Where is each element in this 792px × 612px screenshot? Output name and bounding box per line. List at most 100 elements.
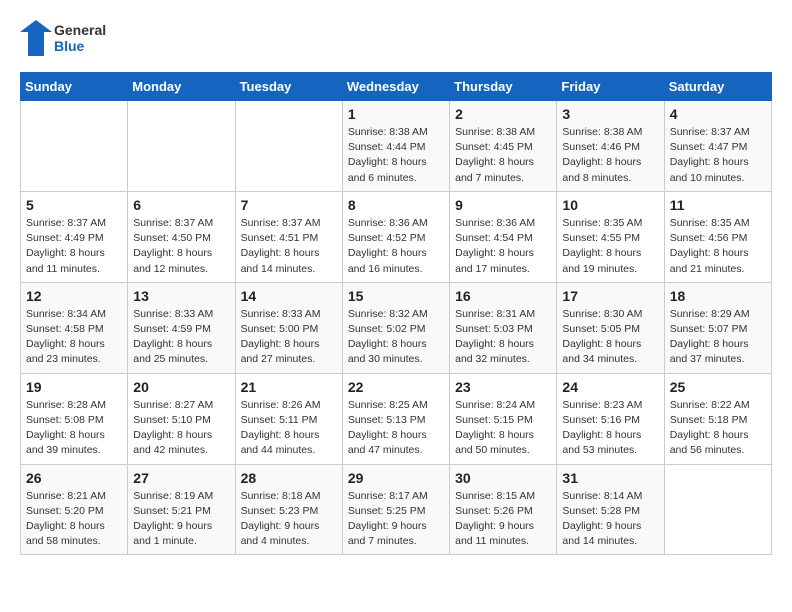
calendar-cell: 7 Sunrise: 8:37 AM Sunset: 4:51 PM Daylig…: [235, 191, 342, 282]
calendar-cell: 25 Sunrise: 8:22 AM Sunset: 5:18 PM Dayli…: [664, 373, 771, 464]
logo-arrow-icon: [20, 20, 52, 56]
calendar-week-3: 12 Sunrise: 8:34 AM Sunset: 4:58 PM Dayli…: [21, 282, 772, 373]
calendar-cell: 11Sunrise: 8:35 AM Sunset: 4:56 PM Dayli…: [664, 191, 771, 282]
calendar-week-4: 19 Sunrise: 8:28 AM Sunset: 5:08 PM Dayli…: [21, 373, 772, 464]
day-info: Sunrise: 8:36 AM Sunset: 4:54 PM Dayligh…: [455, 216, 551, 277]
day-header-sunday: Sunday: [21, 73, 128, 101]
calendar-cell: 20 Sunrise: 8:27 AM Sunset: 5:10 PM Dayli…: [128, 373, 235, 464]
day-info: Sunrise: 8:17 AM Sunset: 5:25 PM Dayligh…: [348, 489, 444, 550]
calendar-cell: 4 Sunrise: 8:37 AM Sunset: 4:47 PM Daylig…: [664, 101, 771, 192]
calendar-cell: 13 Sunrise: 8:33 AM Sunset: 4:59 PM Dayli…: [128, 282, 235, 373]
day-info: Sunrise: 8:21 AM Sunset: 5:20 PM Dayligh…: [26, 489, 122, 550]
calendar-cell: 31 Sunrise: 8:14 AM Sunset: 5:28 PM Dayli…: [557, 464, 664, 555]
calendar-cell: [128, 101, 235, 192]
day-number: 2: [455, 106, 551, 122]
day-header-monday: Monday: [128, 73, 235, 101]
day-info: Sunrise: 8:23 AM Sunset: 5:16 PM Dayligh…: [562, 398, 658, 459]
day-info: Sunrise: 8:37 AM Sunset: 4:50 PM Dayligh…: [133, 216, 229, 277]
day-info: Sunrise: 8:29 AM Sunset: 5:07 PM Dayligh…: [670, 307, 766, 368]
day-number: 12: [26, 288, 122, 304]
day-info: Sunrise: 8:37 AM Sunset: 4:47 PM Dayligh…: [670, 125, 766, 186]
day-header-friday: Friday: [557, 73, 664, 101]
day-info: Sunrise: 8:14 AM Sunset: 5:28 PM Dayligh…: [562, 489, 658, 550]
day-number: 29: [348, 470, 444, 486]
day-number: 8: [348, 197, 444, 213]
calendar-cell: 3 Sunrise: 8:38 AM Sunset: 4:46 PM Daylig…: [557, 101, 664, 192]
logo-general-text: General: [54, 22, 106, 38]
day-info: Sunrise: 8:27 AM Sunset: 5:10 PM Dayligh…: [133, 398, 229, 459]
day-header-saturday: Saturday: [664, 73, 771, 101]
day-number: 10: [562, 197, 658, 213]
day-number: 23: [455, 379, 551, 395]
day-number: 26: [26, 470, 122, 486]
day-info: Sunrise: 8:35 AM Sunset: 4:55 PM Dayligh…: [562, 216, 658, 277]
calendar-cell: 6 Sunrise: 8:37 AM Sunset: 4:50 PM Daylig…: [128, 191, 235, 282]
day-info: Sunrise: 8:33 AM Sunset: 4:59 PM Dayligh…: [133, 307, 229, 368]
day-number: 3: [562, 106, 658, 122]
day-number: 25: [670, 379, 766, 395]
calendar-cell: 22 Sunrise: 8:25 AM Sunset: 5:13 PM Dayli…: [342, 373, 449, 464]
calendar-cell: [664, 464, 771, 555]
day-info: Sunrise: 8:28 AM Sunset: 5:08 PM Dayligh…: [26, 398, 122, 459]
day-number: 19: [26, 379, 122, 395]
logo-container: General Blue: [20, 20, 106, 56]
calendar-week-1: 1 Sunrise: 8:38 AM Sunset: 4:44 PM Daylig…: [21, 101, 772, 192]
day-info: Sunrise: 8:33 AM Sunset: 5:00 PM Dayligh…: [241, 307, 337, 368]
day-number: 7: [241, 197, 337, 213]
calendar-cell: 24 Sunrise: 8:23 AM Sunset: 5:16 PM Dayli…: [557, 373, 664, 464]
calendar-cell: 2 Sunrise: 8:38 AM Sunset: 4:45 PM Daylig…: [450, 101, 557, 192]
calendar-cell: 23 Sunrise: 8:24 AM Sunset: 5:15 PM Dayli…: [450, 373, 557, 464]
calendar-table: SundayMondayTuesdayWednesdayThursdayFrid…: [20, 72, 772, 555]
calendar-cell: 12 Sunrise: 8:34 AM Sunset: 4:58 PM Dayli…: [21, 282, 128, 373]
day-number: 5: [26, 197, 122, 213]
calendar-cell: 16Sunrise: 8:31 AM Sunset: 5:03 PM Dayli…: [450, 282, 557, 373]
day-info: Sunrise: 8:24 AM Sunset: 5:15 PM Dayligh…: [455, 398, 551, 459]
page-header: General Blue: [20, 20, 772, 56]
day-info: Sunrise: 8:22 AM Sunset: 5:18 PM Dayligh…: [670, 398, 766, 459]
day-number: 4: [670, 106, 766, 122]
day-info: Sunrise: 8:38 AM Sunset: 4:44 PM Dayligh…: [348, 125, 444, 186]
calendar-cell: 18 Sunrise: 8:29 AM Sunset: 5:07 PM Dayli…: [664, 282, 771, 373]
day-number: 31: [562, 470, 658, 486]
calendar-cell: 27Sunrise: 8:19 AM Sunset: 5:21 PM Dayli…: [128, 464, 235, 555]
calendar-cell: 30 Sunrise: 8:15 AM Sunset: 5:26 PM Dayli…: [450, 464, 557, 555]
calendar-cell: 1 Sunrise: 8:38 AM Sunset: 4:44 PM Daylig…: [342, 101, 449, 192]
day-info: Sunrise: 8:25 AM Sunset: 5:13 PM Dayligh…: [348, 398, 444, 459]
day-number: 21: [241, 379, 337, 395]
day-info: Sunrise: 8:31 AM Sunset: 5:03 PM Dayligh…: [455, 307, 551, 368]
day-info: Sunrise: 8:15 AM Sunset: 5:26 PM Dayligh…: [455, 489, 551, 550]
day-info: Sunrise: 8:30 AM Sunset: 5:05 PM Dayligh…: [562, 307, 658, 368]
calendar-cell: [21, 101, 128, 192]
calendar-cell: 28Sunrise: 8:18 AM Sunset: 5:23 PM Dayli…: [235, 464, 342, 555]
day-number: 6: [133, 197, 229, 213]
day-info: Sunrise: 8:35 AM Sunset: 4:56 PM Dayligh…: [670, 216, 766, 277]
calendar-cell: 26 Sunrise: 8:21 AM Sunset: 5:20 PM Dayli…: [21, 464, 128, 555]
day-header-wednesday: Wednesday: [342, 73, 449, 101]
day-header-thursday: Thursday: [450, 73, 557, 101]
calendar-week-2: 5Sunrise: 8:37 AM Sunset: 4:49 PM Daylig…: [21, 191, 772, 282]
day-number: 14: [241, 288, 337, 304]
calendar-week-5: 26 Sunrise: 8:21 AM Sunset: 5:20 PM Dayli…: [21, 464, 772, 555]
day-number: 24: [562, 379, 658, 395]
day-header-tuesday: Tuesday: [235, 73, 342, 101]
logo-blue-text: Blue: [54, 38, 106, 54]
day-info: Sunrise: 8:32 AM Sunset: 5:02 PM Dayligh…: [348, 307, 444, 368]
calendar-cell: 8Sunrise: 8:36 AM Sunset: 4:52 PM Daylig…: [342, 191, 449, 282]
day-number: 28: [241, 470, 337, 486]
logo: General Blue: [20, 20, 106, 56]
calendar-cell: 14 Sunrise: 8:33 AM Sunset: 5:00 PM Dayli…: [235, 282, 342, 373]
day-number: 15: [348, 288, 444, 304]
day-number: 22: [348, 379, 444, 395]
day-number: 13: [133, 288, 229, 304]
day-info: Sunrise: 8:38 AM Sunset: 4:46 PM Dayligh…: [562, 125, 658, 186]
day-number: 18: [670, 288, 766, 304]
day-info: Sunrise: 8:37 AM Sunset: 4:51 PM Dayligh…: [241, 216, 337, 277]
calendar-cell: 5Sunrise: 8:37 AM Sunset: 4:49 PM Daylig…: [21, 191, 128, 282]
day-number: 30: [455, 470, 551, 486]
day-info: Sunrise: 8:38 AM Sunset: 4:45 PM Dayligh…: [455, 125, 551, 186]
day-number: 20: [133, 379, 229, 395]
day-info: Sunrise: 8:34 AM Sunset: 4:58 PM Dayligh…: [26, 307, 122, 368]
day-number: 1: [348, 106, 444, 122]
day-number: 17: [562, 288, 658, 304]
day-info: Sunrise: 8:19 AM Sunset: 5:21 PM Dayligh…: [133, 489, 229, 550]
